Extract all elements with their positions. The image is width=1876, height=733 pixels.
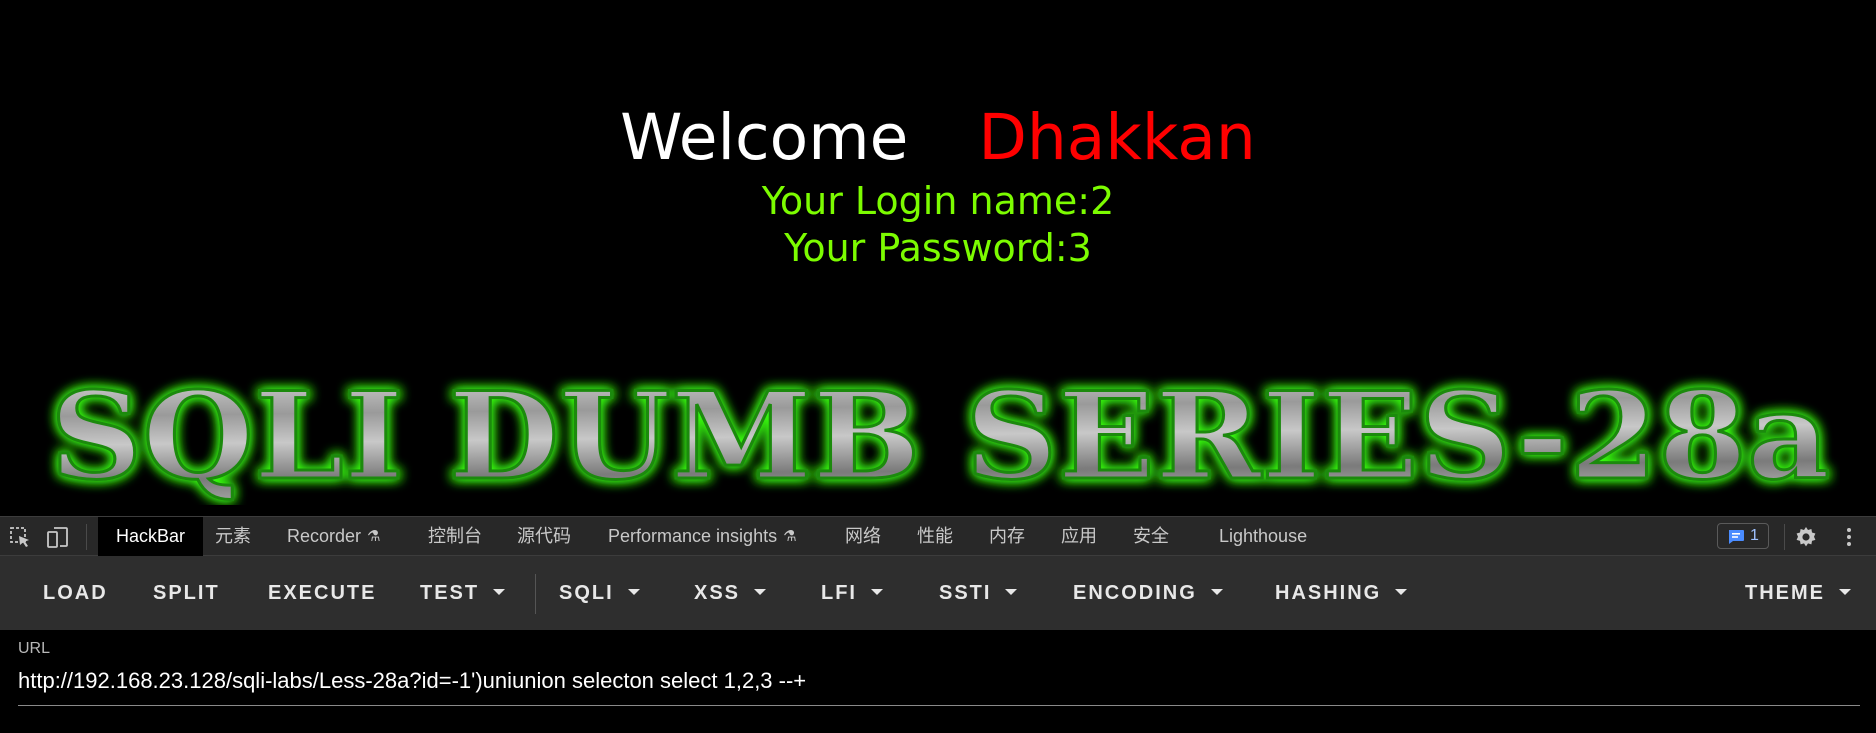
tab-label: Lighthouse [1219, 526, 1308, 546]
message-icon [1729, 530, 1744, 544]
tab-label: 元素 [215, 526, 251, 546]
button-label: EXECUTE [268, 582, 377, 604]
tab-label: 控制台 [428, 526, 482, 546]
url-input[interactable] [18, 664, 1848, 698]
hackbar-toolbar: LOAD SPLIT EXECUTE TEST SQLI XSS LFI SST… [0, 556, 1876, 630]
execute-button[interactable]: EXECUTE [268, 556, 376, 630]
toolbar-divider [1784, 524, 1785, 550]
inspect-element-icon[interactable] [8, 525, 32, 549]
welcome-heading: Welcome Dhakkan [0, 98, 1876, 178]
url-area: URL [0, 630, 1876, 733]
button-label: XSS [694, 582, 741, 604]
chevron-down-icon [627, 589, 640, 595]
flask-icon: ⚗ [783, 528, 797, 545]
chevron-down-icon [754, 589, 767, 595]
device-toolbar-icon[interactable] [46, 525, 70, 549]
toolbar-divider [535, 574, 536, 614]
tab-label: HackBar [116, 526, 186, 546]
tab-performance-insights[interactable]: Performance insights ⚗ [608, 517, 797, 556]
chevron-down-icon [1210, 589, 1223, 595]
tab-sources[interactable]: 源代码 [517, 517, 571, 556]
tab-label: Performance insights [608, 526, 778, 546]
chevron-down-icon [1005, 589, 1018, 595]
toolbar-divider [86, 524, 87, 550]
url-underline [18, 705, 1860, 706]
messages-count: 1 [1750, 527, 1759, 544]
button-label: SSTI [939, 582, 992, 604]
button-label: LOAD [43, 582, 108, 604]
tab-label: Recorder [287, 526, 362, 546]
series-banner: SQLI DUMB SERIES-28a [49, 365, 1832, 506]
split-button[interactable]: SPLIT [153, 556, 220, 630]
tab-performance[interactable]: 性能 [917, 517, 953, 556]
tab-hackbar[interactable]: HackBar [98, 517, 204, 556]
tab-label: 性能 [917, 526, 953, 546]
tab-security[interactable]: 安全 [1133, 517, 1169, 556]
chevron-down-icon [871, 589, 883, 595]
welcome-word: Welcome [620, 101, 909, 174]
user-name: Dhakkan [978, 101, 1256, 174]
gear-icon[interactable] [1794, 525, 1818, 549]
tab-recorder[interactable]: Recorder ⚗ [287, 517, 380, 556]
xss-menu-button[interactable]: XSS [694, 556, 767, 630]
tab-label: 网络 [845, 526, 881, 546]
button-label: HASHING [1275, 582, 1382, 604]
button-label: SQLI [559, 582, 614, 604]
page-content: Welcome Dhakkan Your Login name:2 Your Pa… [0, 0, 1876, 516]
test-menu-button[interactable]: TEST [420, 556, 506, 630]
button-label: LFI [821, 582, 857, 604]
devtools-tab-bar: HackBar 元素 Recorder ⚗ 控制台 源代码 Performance… [0, 516, 1876, 556]
chevron-down-icon [1395, 589, 1408, 595]
lfi-menu-button[interactable]: LFI [821, 556, 883, 630]
flask-icon: ⚗ [367, 528, 381, 545]
tab-memory[interactable]: 内存 [989, 517, 1025, 556]
banner-text: SQLI DUMB SERIES-28a [50, 366, 1830, 505]
tab-label: 应用 [1061, 526, 1097, 546]
chevron-down-icon [493, 589, 506, 595]
tab-console[interactable]: 控制台 [428, 517, 482, 556]
chevron-down-icon [1839, 589, 1851, 595]
ssti-menu-button[interactable]: SSTI [939, 556, 1018, 630]
tab-label: 内存 [989, 526, 1025, 546]
load-button[interactable]: LOAD [43, 556, 108, 630]
hashing-menu-button[interactable]: HASHING [1275, 556, 1408, 630]
tab-elements[interactable]: 元素 [215, 517, 251, 556]
button-label: THEME [1745, 582, 1825, 604]
more-vert-icon[interactable] [1837, 525, 1861, 549]
login-name-line: Your Login name:2 [761, 179, 1115, 223]
button-label: ENCODING [1073, 582, 1197, 604]
tab-network[interactable]: 网络 [845, 517, 881, 556]
sqli-menu-button[interactable]: SQLI [559, 556, 640, 630]
password-line: Your Password:3 [784, 226, 1092, 270]
theme-menu-button[interactable]: THEME [1745, 556, 1851, 630]
url-label: URL [18, 640, 51, 657]
tab-label: 安全 [1133, 526, 1169, 546]
tab-label: 源代码 [517, 526, 571, 546]
tab-application[interactable]: 应用 [1061, 517, 1097, 556]
button-label: TEST [420, 582, 480, 604]
encoding-menu-button[interactable]: ENCODING [1073, 556, 1223, 630]
tab-lighthouse[interactable]: Lighthouse [1219, 517, 1307, 556]
button-label: SPLIT [153, 582, 220, 604]
messages-badge[interactable]: 1 [1717, 523, 1769, 549]
